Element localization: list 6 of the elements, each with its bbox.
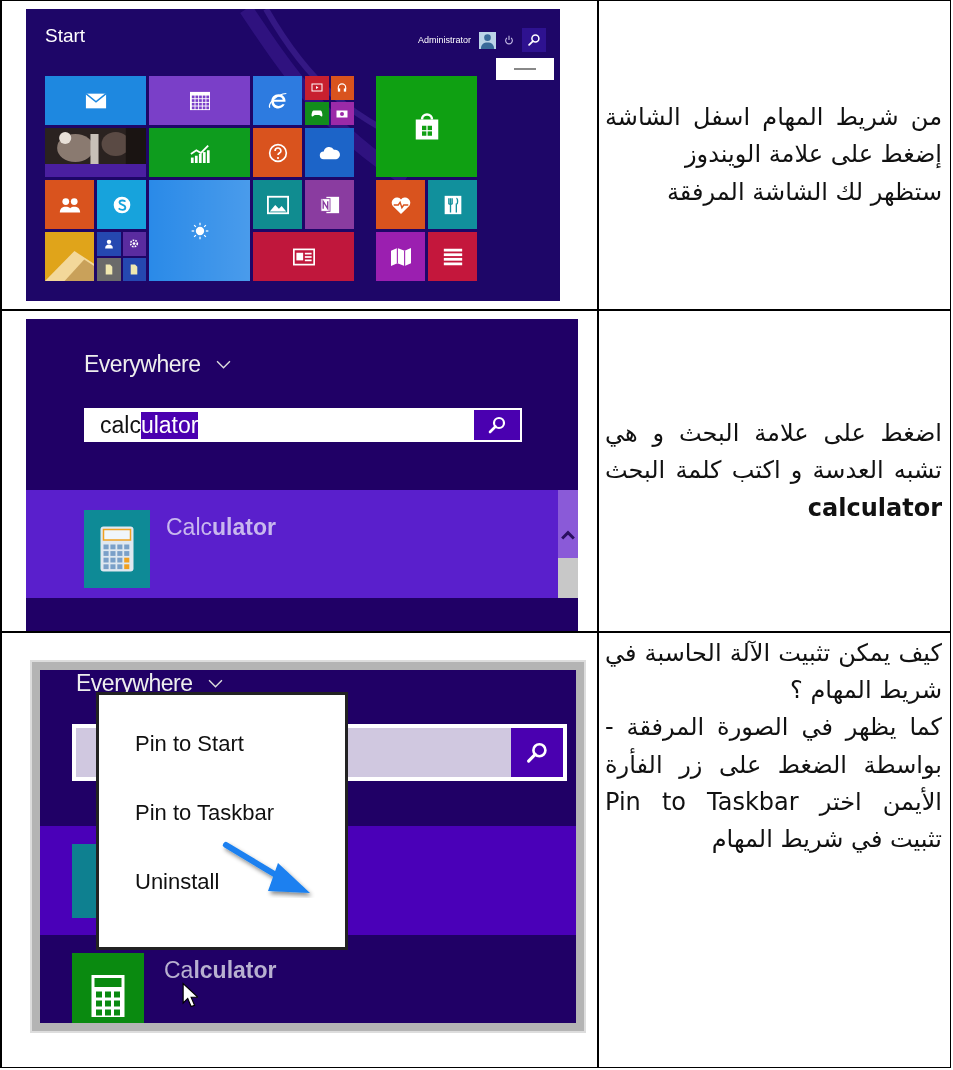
typed-text: calc — [100, 411, 141, 439]
instruction-text: كيف يمكن تثبيت الآلة الحاسبة في شريط المهام ؟ — [605, 638, 942, 707]
instruction-text: من شريط المهام اسفل الشاشة إضغط على علامة الويندوز — [605, 102, 942, 171]
instruction-text: كما يظهر في الصورة المرفقة - بواسطة الضغط على زر الفأرة الأيمن اختر Pin to Taskbar تثبيت في شريط المهام — [605, 712, 942, 855]
instruction-text: ستظهر لك الشاشة المرفقة — [665, 176, 942, 208]
screen-title: Start — [45, 25, 86, 47]
